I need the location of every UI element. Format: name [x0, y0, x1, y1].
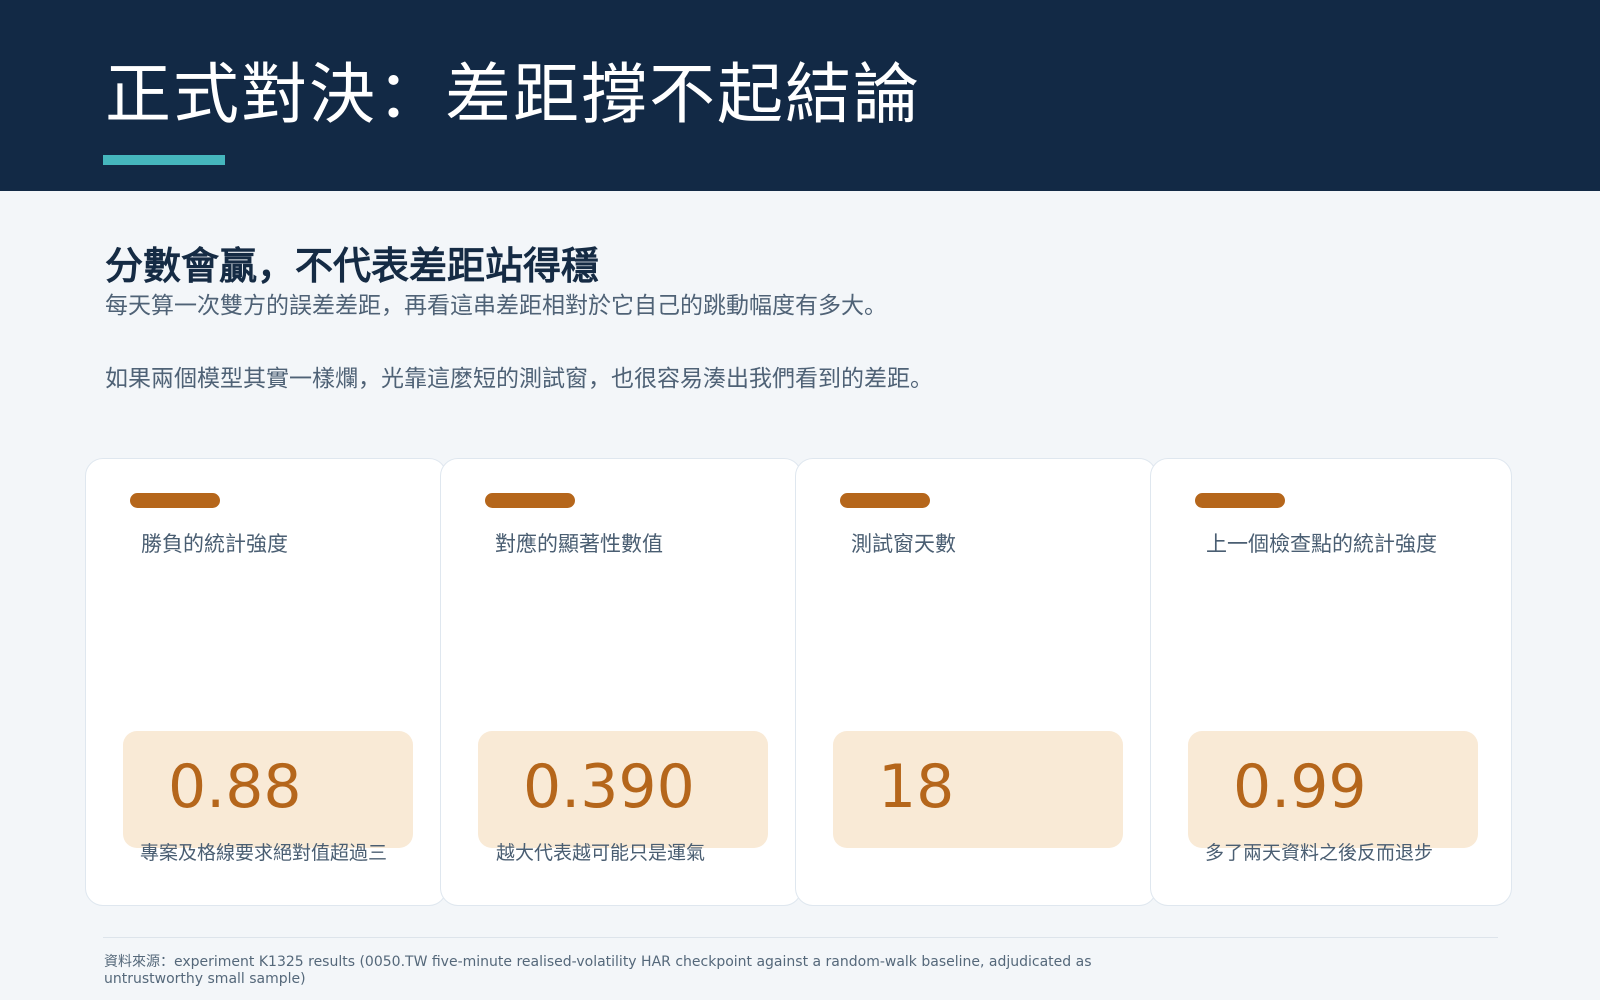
card-note: 越大代表越可能只是運氣 — [496, 842, 706, 864]
stat-card-previous-checkpoint: 上一個檢查點的統計強度 0.99 多了兩天資料之後反而退步 — [1150, 458, 1512, 906]
card-label: 上一個檢查點的統計強度 — [1206, 532, 1437, 556]
card-accent-bar — [485, 493, 575, 508]
card-value: 0.88 — [168, 752, 302, 822]
card-accent-bar — [840, 493, 930, 508]
card-accent-bar — [130, 493, 220, 508]
stat-card-test-statistic: 勝負的統計強度 0.88 專案及格線要求絕對值超過三 — [85, 458, 447, 906]
description-line-2: 如果兩個模型其實一樣爛，光靠這麼短的測試窗，也很容易湊出我們看到的差距。 — [105, 366, 933, 392]
card-value-box — [833, 731, 1123, 848]
card-note: 多了兩天資料之後反而退步 — [1205, 842, 1434, 864]
footer-divider — [103, 937, 1498, 938]
source-note: 資料來源：experiment K1325 results (0050.TW f… — [104, 954, 1092, 987]
header-banner: 正式對決：差距撐不起結論 — [0, 0, 1600, 191]
card-label: 勝負的統計強度 — [141, 532, 288, 556]
card-label: 測試窗天數 — [851, 532, 956, 556]
card-value: 18 — [878, 752, 955, 822]
card-value: 0.99 — [1233, 752, 1367, 822]
card-note: 專案及格線要求絕對值超過三 — [140, 842, 388, 864]
title-accent-bar — [103, 155, 225, 165]
page-title: 正式對決：差距撐不起結論 — [105, 56, 921, 133]
card-accent-bar — [1195, 493, 1285, 508]
card-value: 0.390 — [523, 752, 695, 822]
stat-card-p-value: 對應的顯著性數值 0.390 越大代表越可能只是運氣 — [440, 458, 802, 906]
stat-card-window-days: 測試窗天數 18 — [795, 458, 1157, 906]
card-label: 對應的顯著性數值 — [495, 532, 663, 556]
description-line-1: 每天算一次雙方的誤差差距，再看這串差距相對於它自己的跳動幅度有多大。 — [105, 293, 887, 319]
section-heading: 分數會贏，不代表差距站得穩 — [105, 244, 600, 288]
